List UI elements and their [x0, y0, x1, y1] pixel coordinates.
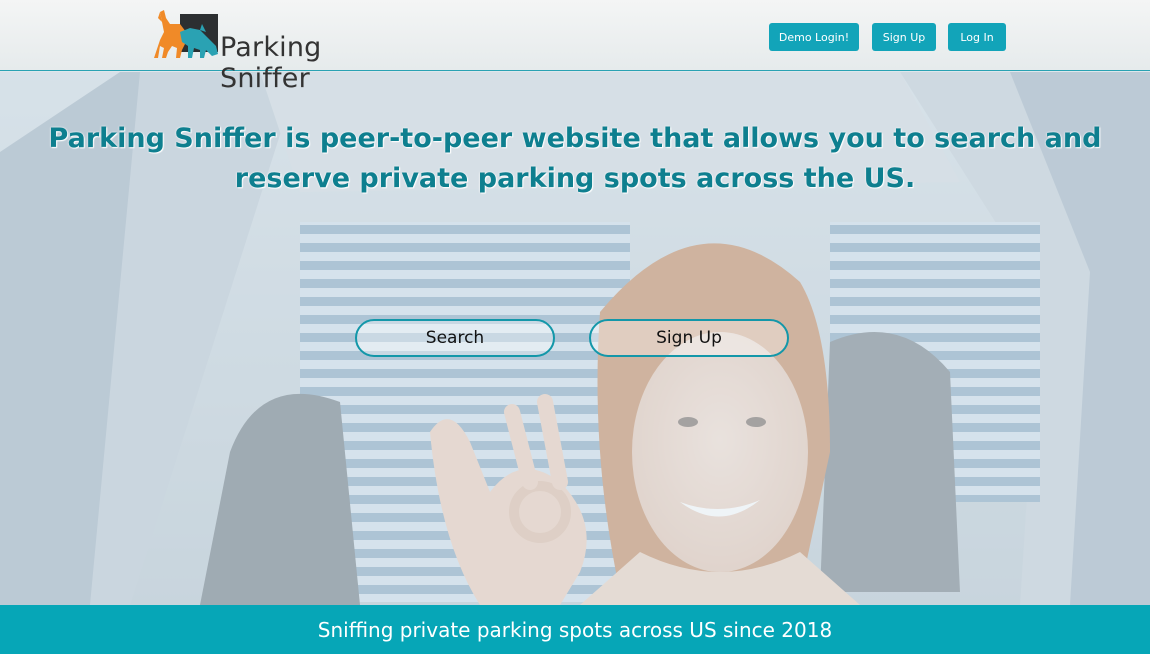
site-footer: Sniffing private parking spots across US…	[0, 605, 1150, 654]
hero-sign-up-button[interactable]: Sign Up	[589, 319, 789, 357]
dog-sniffing-logo-icon	[154, 10, 218, 58]
site-logo[interactable]: Parking Sniffer	[150, 2, 420, 94]
logo-text: Parking Sniffer	[220, 32, 322, 94]
footer-tagline: Sniffing private parking spots across US…	[317, 617, 833, 642]
hero-section: Parking Sniffer is peer-to-peer website …	[0, 72, 1150, 605]
demo-login-button[interactable]: Demo Login!	[769, 23, 859, 51]
search-button[interactable]: Search	[355, 319, 555, 357]
site-header: Parking Sniffer Demo Login! Sign Up Log …	[0, 0, 1150, 94]
header-sign-up-button[interactable]: Sign Up	[872, 23, 936, 51]
hero-headline: Parking Sniffer is peer-to-peer website …	[48, 123, 1102, 194]
log-in-button[interactable]: Log In	[948, 23, 1006, 51]
